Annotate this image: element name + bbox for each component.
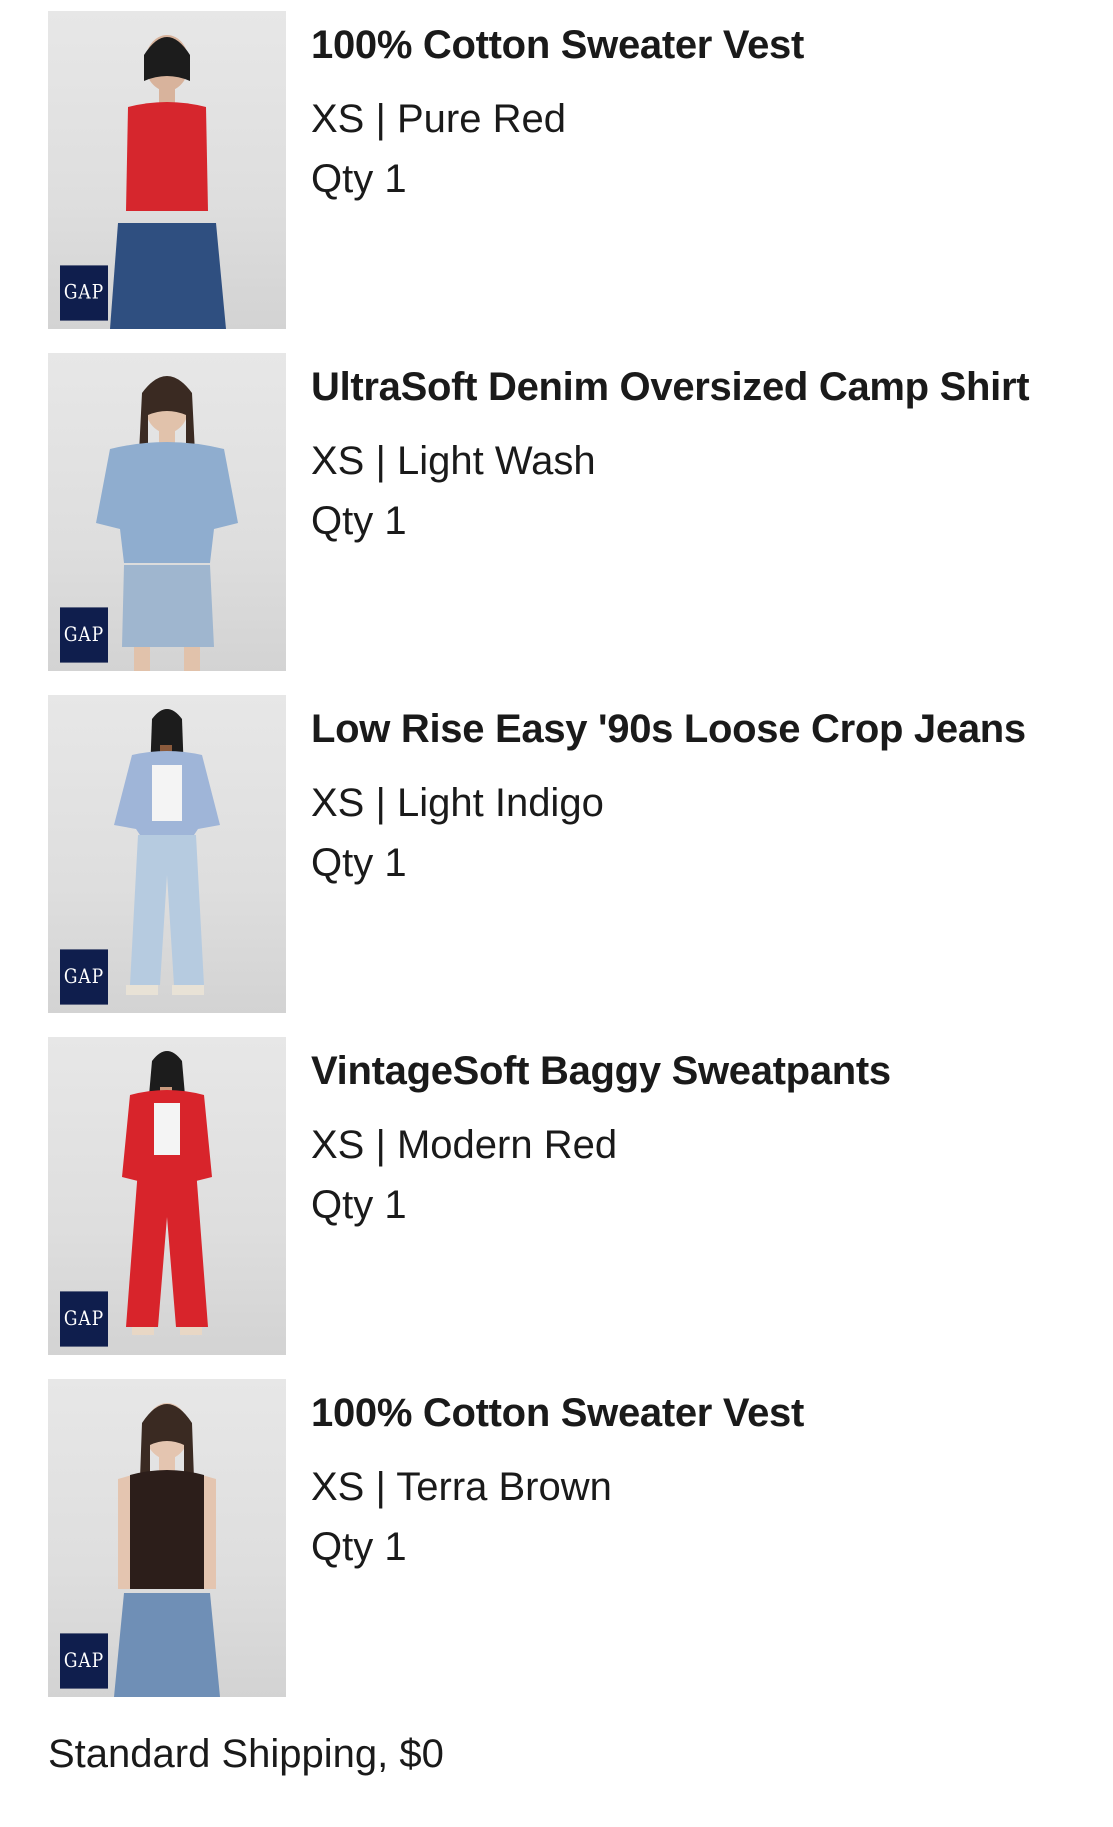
order-item[interactable]: GAP UltraSoft Denim Oversized Camp Shirt… [0, 353, 1113, 671]
gap-logo: GAP [60, 265, 108, 321]
gap-logo: GAP [60, 949, 108, 1005]
item-name[interactable]: VintageSoft Baggy Sweatpants [311, 1047, 1093, 1095]
order-item[interactable]: GAP Low Rise Easy '90s Loose Crop Jeans … [0, 695, 1113, 1013]
item-variant: XS | Modern Red [311, 1123, 618, 1167]
item-quantity: Qty 1 [311, 841, 407, 885]
order-item[interactable]: GAP VintageSoft Baggy Sweatpants XS | Mo… [0, 1037, 1113, 1355]
item-name[interactable]: UltraSoft Denim Oversized Camp Shirt [311, 363, 1093, 411]
item-details: 100% Cotton Sweater Vest XS | Terra Brow… [311, 1379, 1093, 1571]
order-item[interactable]: GAP 100% Cotton Sweater Vest XS | Terra … [0, 1379, 1113, 1697]
item-details: VintageSoft Baggy Sweatpants XS | Modern… [311, 1037, 1093, 1229]
gap-logo: GAP [60, 607, 108, 663]
order-item[interactable]: GAP 100% Cotton Sweater Vest XS | Pure R… [0, 11, 1113, 329]
shipping-method: Standard Shipping, $0 [48, 1732, 444, 1776]
item-variant: XS | Light Indigo [311, 781, 604, 825]
item-quantity: Qty 1 [311, 499, 407, 543]
gap-logo: GAP [60, 1633, 108, 1689]
item-variant: XS | Light Wash [311, 439, 596, 483]
item-name[interactable]: Low Rise Easy '90s Loose Crop Jeans [311, 705, 1093, 753]
product-image[interactable]: GAP [48, 11, 286, 329]
product-image[interactable]: GAP [48, 353, 286, 671]
item-details: Low Rise Easy '90s Loose Crop Jeans XS |… [311, 695, 1093, 887]
item-name[interactable]: 100% Cotton Sweater Vest [311, 21, 1093, 69]
product-image[interactable]: GAP [48, 1379, 286, 1697]
item-quantity: Qty 1 [311, 157, 407, 201]
product-image[interactable]: GAP [48, 695, 286, 1013]
item-variant: XS | Pure Red [311, 97, 566, 141]
item-details: 100% Cotton Sweater Vest XS | Pure Red Q… [311, 11, 1093, 203]
item-variant: XS | Terra Brown [311, 1465, 612, 1509]
product-image[interactable]: GAP [48, 1037, 286, 1355]
item-quantity: Qty 1 [311, 1525, 407, 1569]
item-name[interactable]: 100% Cotton Sweater Vest [311, 1389, 1093, 1437]
item-quantity: Qty 1 [311, 1183, 407, 1227]
item-details: UltraSoft Denim Oversized Camp Shirt XS … [311, 353, 1093, 545]
gap-logo: GAP [60, 1291, 108, 1347]
